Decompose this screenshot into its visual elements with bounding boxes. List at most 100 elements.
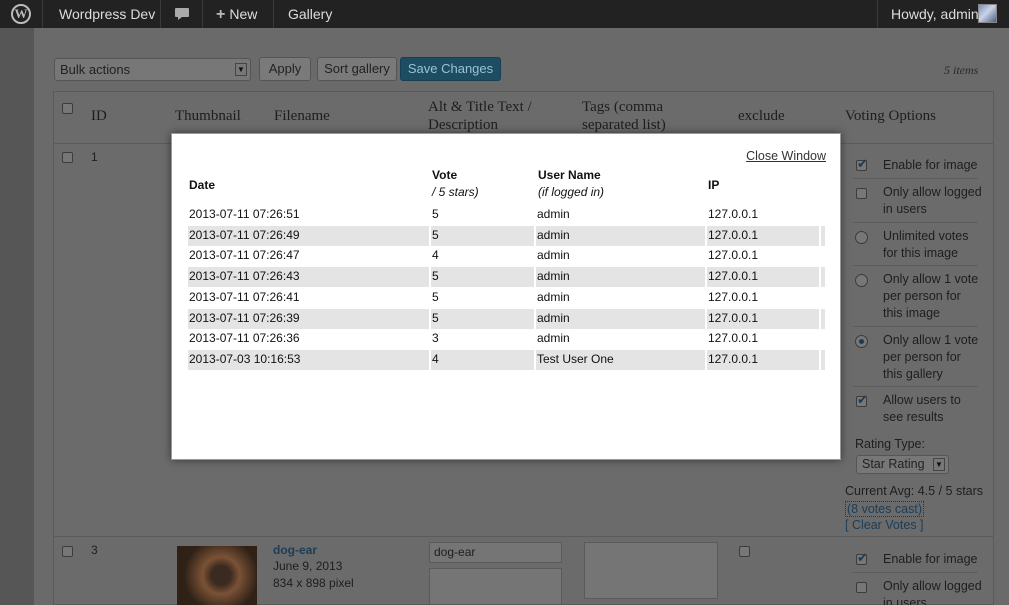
tags-textarea[interactable] — [584, 542, 718, 599]
option-divider — [853, 265, 978, 266]
only-logged-in-label: Only allow logged in users — [883, 185, 982, 216]
cell-date: 2013-07-11 07:26:41 — [189, 289, 300, 304]
chevron-down-icon: ▼ — [235, 63, 247, 76]
enable-for-image-checkbox[interactable] — [856, 550, 868, 566]
option-divider — [853, 386, 978, 387]
row-id: 3 — [91, 543, 98, 557]
header-vote: Vote / 5 stars) — [432, 167, 479, 201]
row-divider — [54, 536, 994, 537]
rating-type-select[interactable]: Star Rating ▼ — [856, 455, 949, 474]
column-header-thumbnail: Thumbnail — [175, 108, 241, 124]
current-average: Current Avg: 4.5 / 5 stars — [845, 484, 984, 498]
table-row: 2013-07-11 07:26:51 5 admin 127.0.0.1 — [188, 205, 825, 225]
cell-edge — [821, 288, 825, 308]
thumbnail-image[interactable] — [177, 546, 257, 605]
admin-bar-divider — [42, 0, 43, 28]
cell-date: 2013-07-11 07:26:36 — [189, 331, 300, 346]
option-divider — [853, 178, 978, 179]
allow-see-results-checkbox[interactable] — [856, 392, 868, 408]
description-textarea[interactable] — [429, 568, 562, 605]
cell-vote: 4 — [431, 349, 534, 370]
table-row: 2013-07-03 10:16:53 4 Test User One 127.0.0… — [188, 349, 825, 370]
cell-ip: 127.0.0.1 — [707, 267, 819, 288]
admin-bar-divider — [877, 0, 878, 28]
cell-ip: 127.0.0.1 — [708, 289, 759, 304]
unlimited-votes-radio[interactable] — [855, 231, 868, 244]
cell-ip: 127.0.0.1 — [708, 248, 759, 263]
header-user-sub: (if logged in) — [538, 185, 605, 199]
table-row: 2013-07-11 07:26:36 3 admin 127.0.0.1 — [188, 329, 825, 349]
option-divider — [853, 572, 978, 573]
header-date-label: Date — [189, 178, 216, 192]
row-id: 1 — [91, 150, 98, 164]
cell-user: admin — [537, 289, 570, 304]
column-header-id: ID — [91, 108, 107, 124]
select-all-checkbox[interactable] — [62, 103, 73, 114]
column-header-filename: Filename — [274, 108, 330, 124]
admin-menu-sidebar — [0, 28, 34, 605]
row-checkbox[interactable] — [62, 152, 73, 163]
cell-ip: 127.0.0.1 — [707, 349, 819, 370]
column-header-voting-options: Voting Options — [845, 108, 936, 124]
cell-edge — [821, 349, 825, 370]
exclude-checkbox[interactable] — [739, 546, 750, 557]
save-changes-button[interactable]: Save Changes — [400, 57, 501, 81]
admin-bar-divider — [202, 0, 203, 28]
table-row: 2013-07-11 07:26:43 5 admin 127.0.0.1 — [188, 267, 825, 288]
only-logged-in-checkbox[interactable] — [856, 188, 867, 199]
enable-for-image-label: Enable for image — [883, 552, 978, 566]
close-window-link[interactable]: Close Window — [746, 149, 826, 163]
rating-type-value: Star Rating — [862, 457, 925, 471]
clear-votes-link[interactable]: [ Clear Votes ] — [845, 518, 924, 532]
column-header-exclude: exclude — [738, 108, 785, 124]
column-header-tags-line1: Tags (comma — [582, 99, 664, 115]
header-date: Date — [189, 177, 215, 194]
plus-icon: + — [216, 6, 226, 23]
admin-bar: W Wordpress Dev + New Gallery Howdy, admi… — [0, 0, 1009, 28]
howdy-user-menu[interactable]: Howdy, admin — [891, 0, 979, 28]
site-name-link[interactable]: Wordpress Dev — [59, 0, 155, 28]
one-vote-per-gallery-radio[interactable] — [855, 335, 868, 348]
row-checkbox[interactable] — [62, 546, 73, 557]
option-divider — [853, 222, 978, 223]
wordpress-logo-icon[interactable]: W — [11, 4, 31, 24]
cell-vote: 4 — [432, 248, 439, 263]
column-header-tags-line2: separated list) — [582, 117, 666, 133]
cell-ip: 127.0.0.1 — [707, 308, 819, 329]
votes-cast-link[interactable]: (8 votes cast) — [845, 501, 925, 517]
one-vote-per-gallery-label: Only allow 1 vote per person for this ga… — [883, 333, 979, 381]
avatar[interactable] — [978, 4, 997, 23]
cell-user: admin — [536, 308, 705, 329]
cell-vote: 3 — [432, 331, 439, 346]
header-user: User Name (if logged in) — [538, 167, 604, 201]
cell-user: admin — [536, 225, 705, 246]
comments-icon[interactable] — [174, 0, 190, 28]
cell-vote: 5 — [431, 225, 534, 246]
column-header-tags: Tags (comma separated list) — [582, 98, 666, 134]
cell-vote: 5 — [431, 308, 534, 329]
filename-link[interactable]: dog-ear — [273, 543, 317, 557]
gallery-menu-link[interactable]: Gallery — [288, 0, 332, 28]
header-vote-sub: / 5 stars) — [432, 185, 479, 199]
items-count: 5 items — [944, 63, 979, 77]
header-vote-label: Vote — [432, 168, 458, 182]
only-logged-in-checkbox[interactable] — [856, 582, 867, 593]
admin-bar-divider — [273, 0, 274, 28]
enable-for-image-label: Enable for image — [883, 158, 978, 172]
cell-date: 2013-07-11 07:26:39 — [188, 308, 429, 329]
one-vote-per-image-radio[interactable] — [855, 274, 868, 287]
header-ip: IP — [708, 177, 719, 194]
vote-results-modal: Close Window Date Vote / 5 stars) User N… — [171, 133, 841, 460]
new-content-button[interactable]: + New — [216, 0, 257, 28]
cell-vote: 5 — [432, 289, 439, 304]
apply-button[interactable]: Apply — [259, 57, 311, 81]
allow-see-results-label: Allow users to see results — [883, 393, 961, 424]
cell-date: 2013-07-11 07:26:51 — [189, 207, 300, 221]
sort-gallery-button[interactable]: Sort gallery — [317, 57, 397, 81]
bulk-actions-value: Bulk actions — [60, 62, 131, 77]
alt-text-input[interactable]: dog-ear — [429, 542, 562, 563]
table-row: 2013-07-11 07:26:41 5 admin 127.0.0.1 — [188, 288, 825, 308]
cell-user: admin — [536, 267, 705, 288]
enable-for-image-checkbox[interactable] — [856, 156, 868, 172]
bulk-actions-select[interactable]: Bulk actions ▼ — [54, 58, 251, 81]
